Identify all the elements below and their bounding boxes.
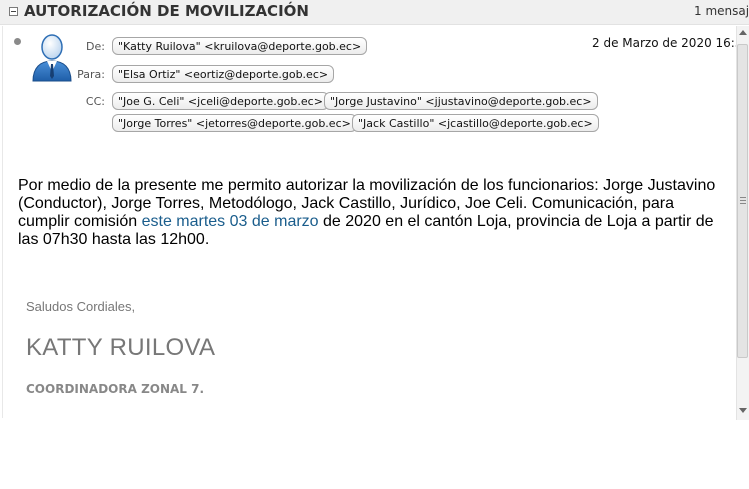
thread-header: AUTORIZACIÓN DE MOVILIZACIÓN 1 mensaje — [0, 0, 749, 25]
thread-subject[interactable]: AUTORIZACIÓN DE MOVILIZACIÓN — [24, 2, 309, 20]
to-address-chip[interactable]: "Elsa Ortiz" <eortiz@deporte.gob.ec> — [112, 65, 335, 83]
greeting: Saludos Cordiales, — [26, 299, 136, 314]
message-date: 2 de Marzo de 2020 16:33 — [592, 36, 749, 50]
message-left-border — [2, 26, 3, 418]
message-count: 1 mensaje — [694, 4, 749, 18]
read-status-dot — [14, 38, 21, 45]
scroll-grip-icon — [740, 197, 746, 198]
signature-title: COORDINADORA ZONAL 7. — [26, 382, 205, 396]
cc-address-chip[interactable]: "Joe G. Celi" <jceli@deporte.gob.ec> — [112, 92, 329, 110]
scroll-up-arrow-icon[interactable] — [739, 30, 747, 35]
scroll-grip-icon — [740, 203, 746, 204]
collapse-icon[interactable] — [9, 7, 18, 16]
scroll-down-arrow-icon[interactable] — [739, 408, 747, 413]
from-address-chip[interactable]: "Katty Ruilova" <kruilova@deporte.gob.ec… — [112, 37, 368, 55]
message-body: Por medio de la presente me permito auto… — [18, 177, 723, 249]
signature-name: KATTY RUILOVA — [26, 334, 216, 361]
date-link[interactable]: este martes 03 de marzo — [142, 213, 319, 230]
cc-address-chip[interactable]: "Jack Castillo" <jcastillo@deporte.gob.e… — [352, 114, 599, 132]
cc-address-chip[interactable]: "Jorge Justavino" <jjustavino@deporte.go… — [324, 92, 598, 110]
from-label: De: — [86, 40, 105, 53]
scrollbar-thumb[interactable] — [737, 44, 748, 358]
cc-address-chip[interactable]: "Jorge Torres" <jetorres@deporte.gob.ec> — [112, 114, 357, 132]
cc-label: CC: — [85, 95, 105, 108]
to-label: Para: — [77, 68, 105, 81]
scroll-grip-icon — [740, 200, 746, 201]
